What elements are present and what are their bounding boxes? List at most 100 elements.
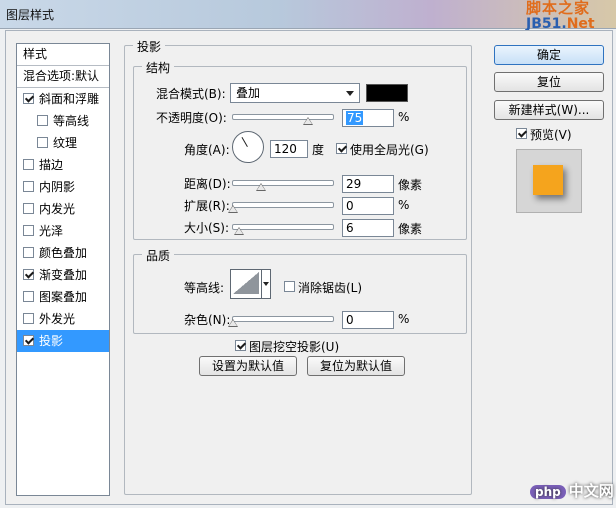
reset-default-button[interactable]: 复位为默认值 bbox=[307, 356, 405, 376]
style-list-item-label: 投影 bbox=[39, 334, 64, 348]
spread-input[interactable]: 0 bbox=[342, 197, 394, 215]
preview-label: 预览(V) bbox=[530, 128, 572, 142]
structure-title: 结构 bbox=[142, 59, 175, 76]
angle-input[interactable]: 120 bbox=[270, 140, 308, 158]
window-title: 图层样式 bbox=[6, 8, 55, 22]
anti-alias-checkbox[interactable] bbox=[284, 281, 295, 292]
style-checkbox[interactable] bbox=[23, 313, 34, 324]
opacity-slider-thumb[interactable] bbox=[303, 117, 313, 125]
style-checkbox[interactable] bbox=[37, 137, 48, 148]
spread-slider-thumb[interactable] bbox=[228, 205, 238, 213]
style-list-item-label: 外发光 bbox=[39, 312, 76, 326]
style-checkbox[interactable] bbox=[23, 269, 34, 280]
style-list-item[interactable]: 光泽 bbox=[17, 220, 109, 242]
style-list-item[interactable]: 描边 bbox=[17, 154, 109, 176]
contour-preview[interactable] bbox=[230, 269, 264, 299]
style-list-item[interactable]: 投影 bbox=[17, 330, 109, 352]
watermark-top: 脚本之家 bbox=[526, 0, 591, 17]
knockout-checkbox[interactable] bbox=[235, 340, 246, 351]
style-list-item[interactable]: 颜色叠加 bbox=[17, 242, 109, 264]
distance-value: 29 bbox=[346, 177, 362, 191]
site-logo: php 中文网 bbox=[530, 480, 614, 501]
style-checkbox[interactable] bbox=[23, 159, 34, 170]
opacity-input[interactable]: 75 bbox=[342, 109, 394, 127]
shadow-color-swatch[interactable] bbox=[366, 84, 408, 102]
reset-button[interactable]: 复位 bbox=[494, 72, 604, 92]
style-list-item[interactable]: 斜面和浮雕 bbox=[17, 88, 109, 110]
size-value: 6 bbox=[346, 221, 354, 235]
size-slider-track[interactable] bbox=[232, 224, 334, 230]
new-style-button[interactable]: 新建样式(W)... bbox=[494, 100, 604, 120]
style-list-item[interactable]: 外发光 bbox=[17, 308, 109, 330]
structure-group: 结构 混合模式(B): 叠加 不透明度(O): 75 % 角度(A): 120 … bbox=[133, 59, 467, 240]
style-list-item-label: 描边 bbox=[39, 158, 64, 172]
chevron-down-icon bbox=[346, 91, 354, 96]
style-checkbox[interactable] bbox=[23, 181, 34, 192]
spread-value: 0 bbox=[346, 199, 354, 213]
contour-label: 等高线: bbox=[184, 281, 225, 295]
blend-mode-value: 叠加 bbox=[236, 86, 261, 100]
noise-slider-track[interactable] bbox=[232, 316, 334, 322]
angle-value: 120 bbox=[274, 142, 297, 156]
style-list-item-label: 颜色叠加 bbox=[39, 246, 88, 260]
style-list-item[interactable]: 纹理 bbox=[17, 132, 109, 154]
style-list-item-label: 内发光 bbox=[39, 202, 76, 216]
watermark: 脚本之家 JB51.Net bbox=[526, 0, 614, 32]
noise-slider-thumb[interactable] bbox=[228, 319, 238, 327]
size-input[interactable]: 6 bbox=[342, 219, 394, 237]
distance-input[interactable]: 29 bbox=[342, 175, 394, 193]
blend-mode-select[interactable]: 叠加 bbox=[230, 83, 360, 103]
global-light-label: 使用全局光(G) bbox=[350, 143, 429, 157]
style-list-header[interactable]: 样式 bbox=[17, 44, 109, 66]
style-list-item-label: 渐变叠加 bbox=[39, 268, 88, 282]
blend-options-item[interactable]: 混合选项:默认 bbox=[17, 66, 109, 88]
angle-dial[interactable] bbox=[232, 131, 264, 163]
opacity-slider-track[interactable] bbox=[232, 114, 334, 120]
spread-slider-track[interactable] bbox=[232, 202, 334, 208]
noise-label: 杂色(N): bbox=[184, 313, 231, 327]
global-light-checkbox[interactable] bbox=[336, 143, 347, 154]
logo-text: 中文网 bbox=[568, 482, 614, 500]
style-list-item-label: 斜面和浮雕 bbox=[39, 92, 100, 106]
style-checkbox[interactable] bbox=[23, 225, 34, 236]
noise-input[interactable]: 0 bbox=[342, 311, 394, 329]
style-checkbox[interactable] bbox=[23, 247, 34, 258]
size-slider-thumb[interactable] bbox=[234, 227, 244, 235]
preview-checkbox[interactable] bbox=[516, 128, 527, 139]
anti-alias-label: 消除锯齿(L) bbox=[298, 281, 363, 295]
style-list: 样式 混合选项:默认 斜面和浮雕等高线纹理描边内阴影内发光光泽颜色叠加渐变叠加图… bbox=[16, 43, 110, 496]
style-list-item[interactable]: 图案叠加 bbox=[17, 286, 109, 308]
distance-slider-track[interactable] bbox=[232, 180, 334, 186]
style-checkbox[interactable] bbox=[23, 335, 34, 346]
opacity-value: 75 bbox=[346, 111, 364, 125]
style-checkbox[interactable] bbox=[37, 115, 48, 126]
preview-swatch bbox=[533, 165, 563, 195]
opacity-unit: % bbox=[398, 110, 410, 124]
style-list-item[interactable]: 渐变叠加 bbox=[17, 264, 109, 286]
style-list-item-label: 纹理 bbox=[53, 136, 78, 150]
style-checkbox[interactable] bbox=[23, 291, 34, 302]
style-checkbox[interactable] bbox=[23, 203, 34, 214]
distance-unit: 像素 bbox=[398, 178, 423, 192]
noise-unit: % bbox=[398, 312, 410, 326]
style-list-item[interactable]: 等高线 bbox=[17, 110, 109, 132]
drop-shadow-title: 投影 bbox=[133, 38, 166, 55]
style-list-item-label: 图案叠加 bbox=[39, 290, 88, 304]
knockout-label: 图层挖空投影(U) bbox=[249, 340, 340, 354]
style-list-item[interactable]: 内发光 bbox=[17, 198, 109, 220]
style-preview bbox=[516, 149, 582, 213]
style-list-item-label: 光泽 bbox=[39, 224, 64, 238]
dialog-body: 样式 混合选项:默认 斜面和浮雕等高线纹理描边内阴影内发光光泽颜色叠加渐变叠加图… bbox=[5, 30, 613, 505]
opacity-label: 不透明度(O): bbox=[156, 111, 227, 125]
size-label: 大小(S): bbox=[184, 221, 230, 235]
quality-group: 品质 等高线: 消除锯齿(L) 杂色(N): 0 % bbox=[133, 247, 467, 334]
style-list-item[interactable]: 内阴影 bbox=[17, 176, 109, 198]
make-default-button[interactable]: 设置为默认值 bbox=[199, 356, 297, 376]
blend-mode-label: 混合模式(B): bbox=[156, 87, 226, 101]
ok-button[interactable]: 确定 bbox=[494, 45, 604, 65]
angle-unit: 度 bbox=[312, 143, 325, 157]
distance-label: 距离(D): bbox=[184, 177, 231, 191]
distance-slider-thumb[interactable] bbox=[256, 183, 266, 191]
style-checkbox[interactable] bbox=[23, 93, 34, 104]
contour-dropdown-button[interactable] bbox=[261, 269, 271, 299]
